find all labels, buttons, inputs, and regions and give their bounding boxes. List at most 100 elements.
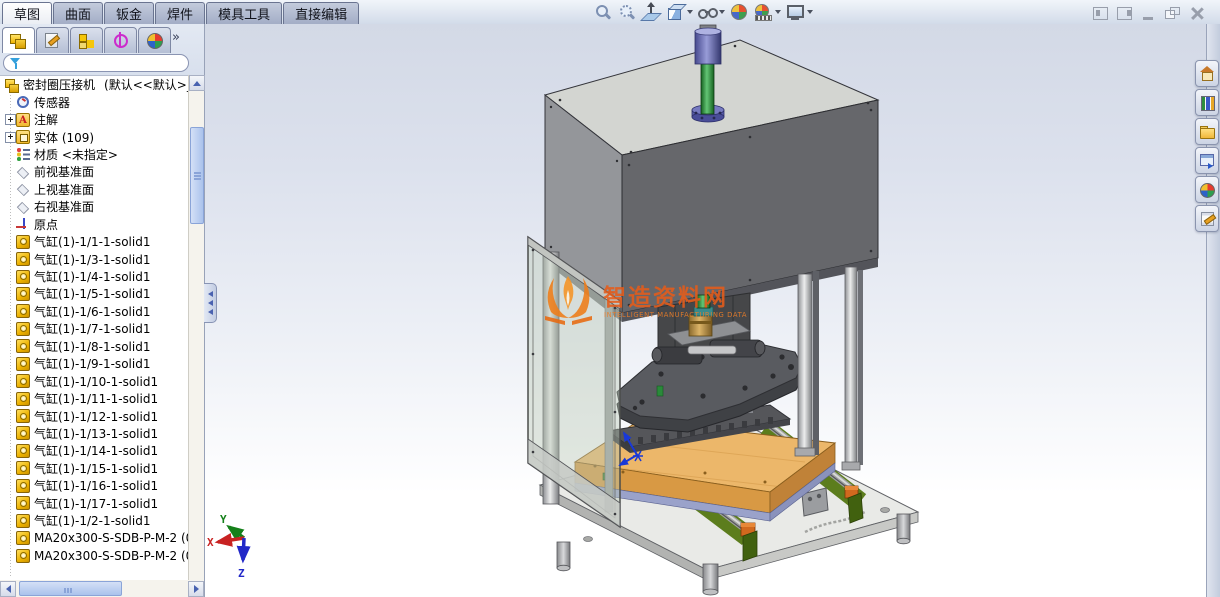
file-explorer-icon bbox=[1199, 124, 1216, 140]
panel-splitter-handle[interactable] bbox=[204, 283, 217, 323]
pane-left-icon bbox=[1093, 7, 1108, 20]
solid-body-icon bbox=[16, 443, 30, 458]
tree-item[interactable]: 实体 (109) bbox=[0, 128, 189, 145]
tree-item[interactable]: 气缸(1)-1/9-1-solid1 bbox=[0, 355, 189, 372]
manager-tabs-overflow-button[interactable]: » bbox=[172, 31, 180, 45]
minimize-button[interactable] bbox=[1141, 5, 1156, 24]
scroll-left-button[interactable] bbox=[0, 580, 16, 597]
annotations-icon bbox=[16, 112, 30, 127]
custom-properties-button[interactable] bbox=[1195, 205, 1219, 232]
expand-icon[interactable] bbox=[5, 114, 16, 126]
ribbon-tab[interactable]: 曲面 bbox=[53, 2, 104, 24]
tree-item[interactable]: 气缸(1)-1/8-1-solid1 bbox=[0, 338, 189, 355]
tree-item[interactable]: 右视基准面 bbox=[0, 198, 189, 215]
zoom-to-area-button[interactable] bbox=[616, 2, 638, 22]
tree-vertical-scrollbar[interactable] bbox=[188, 75, 205, 580]
tree-item[interactable]: 气缸(1)-1/6-1-solid1 bbox=[0, 303, 189, 320]
design-library-button[interactable] bbox=[1195, 89, 1219, 116]
tree-item[interactable]: 原点 bbox=[0, 216, 189, 233]
left-arrow-icon bbox=[5, 584, 11, 593]
close-icon bbox=[1189, 7, 1204, 20]
ribbon-tab[interactable]: 草图 bbox=[2, 2, 53, 24]
solid-body-icon bbox=[16, 461, 30, 476]
view-settings-button[interactable] bbox=[784, 2, 814, 22]
solid-body-icon bbox=[16, 531, 30, 546]
tree-item[interactable]: 气缸(1)-1/13-1-solid1 bbox=[0, 425, 189, 442]
tree-root-item[interactable]: 密封圈压接机 (默认<<默认>_ bbox=[0, 76, 189, 93]
vertical-scroll-track[interactable] bbox=[189, 91, 205, 580]
dropdown-arrow-icon[interactable] bbox=[807, 10, 813, 14]
pane-left-button[interactable] bbox=[1093, 5, 1108, 24]
zoom-to-fit-button[interactable] bbox=[592, 2, 614, 22]
propertymanager-tab[interactable] bbox=[36, 27, 69, 53]
horizontal-scroll-track[interactable] bbox=[16, 581, 188, 597]
tree-item[interactable]: 气缸(1)-1/4-1-solid1 bbox=[0, 268, 189, 285]
view-palette-button[interactable] bbox=[1195, 147, 1219, 174]
thumb-grip bbox=[193, 172, 201, 174]
dropdown-arrow-icon[interactable] bbox=[687, 10, 693, 14]
tree-item[interactable]: 注解 bbox=[0, 111, 189, 128]
tree-item[interactable]: 气缸(1)-1/14-1-solid1 bbox=[0, 442, 189, 459]
tree-item[interactable]: 气缸(1)-1/11-1-solid1 bbox=[0, 390, 189, 407]
ribbon-tab[interactable]: 直接编辑 bbox=[283, 2, 360, 24]
expand-icon[interactable] bbox=[5, 131, 16, 143]
appearances-scenes-button[interactable] bbox=[1195, 176, 1219, 203]
tree-item[interactable]: 气缸(1)-1/1-1-solid1 bbox=[0, 233, 189, 250]
vertical-scroll-thumb[interactable] bbox=[189, 127, 204, 224]
ribbon-tab-label: 直接编辑 bbox=[295, 8, 348, 23]
section-view-button[interactable] bbox=[640, 2, 662, 22]
tree-item[interactable]: 传感器 bbox=[0, 93, 189, 110]
tree-item[interactable]: 气缸(1)-1/3-1-solid1 bbox=[0, 250, 189, 267]
solid-bodies-folder-icon bbox=[16, 130, 30, 145]
tree-item[interactable]: 气缸(1)-1/2-1-solid1 bbox=[0, 512, 189, 529]
restore-button[interactable] bbox=[1165, 5, 1180, 24]
tree-item[interactable]: 气缸(1)-1/17-1-solid1 bbox=[0, 495, 189, 512]
pane-right-button[interactable] bbox=[1117, 5, 1132, 24]
edit-appearance-button[interactable] bbox=[728, 2, 750, 22]
dimxpertmanager-tab[interactable] bbox=[104, 27, 137, 53]
frame-column-rear[interactable] bbox=[844, 266, 863, 468]
tree-item[interactable]: 气缸(1)-1/10-1-solid1 bbox=[0, 372, 189, 389]
edit-appearance-icon bbox=[729, 2, 749, 22]
scroll-right-button[interactable] bbox=[188, 580, 204, 597]
tree-item[interactable]: 前视基准面 bbox=[0, 163, 189, 180]
graphics-viewport[interactable]: 智造资料网 INTELLIGENT MANUFACTURING DATA Y X… bbox=[205, 24, 1206, 597]
pane-right-icon bbox=[1117, 7, 1132, 20]
ribbon-tab[interactable]: 模具工具 bbox=[206, 2, 283, 24]
tree-horizontal-scrollbar[interactable] bbox=[0, 580, 204, 597]
file-explorer-button[interactable] bbox=[1195, 118, 1219, 145]
view-settings-icon bbox=[785, 2, 805, 22]
scroll-up-button[interactable] bbox=[189, 75, 205, 91]
displaymanager-tab[interactable] bbox=[138, 27, 171, 53]
tree-item[interactable]: 气缸(1)-1/12-1-solid1 bbox=[0, 407, 189, 424]
horizontal-scroll-thumb[interactable] bbox=[19, 581, 122, 596]
tree-filter-input[interactable] bbox=[3, 54, 189, 72]
tree-item[interactable]: 材质 <未指定> bbox=[0, 146, 189, 163]
ribbon-tab[interactable]: 焊件 bbox=[155, 2, 206, 24]
hide-show-items-button[interactable] bbox=[696, 2, 726, 22]
close-button[interactable] bbox=[1189, 5, 1204, 24]
tree-item-label: 气缸(1)-1/2-1-solid1 bbox=[34, 514, 151, 529]
solid-body-icon bbox=[16, 269, 30, 284]
tree-item[interactable]: 上视基准面 bbox=[0, 181, 189, 198]
featuremanager-tree-tab[interactable] bbox=[2, 27, 35, 53]
watermark-title: 智造资料网 bbox=[603, 284, 728, 311]
task-pane-buttons bbox=[1195, 60, 1219, 232]
configurationmanager-tab[interactable] bbox=[70, 27, 103, 53]
triad-x-label: X bbox=[207, 536, 214, 549]
tree-item[interactable]: MA20x300-S-SDB-P-M-2 (0) bbox=[0, 547, 189, 564]
tree-item[interactable]: 气缸(1)-1/15-1-solid1 bbox=[0, 460, 189, 477]
tree-item[interactable]: MA20x300-S-SDB-P-M-2 (0) bbox=[0, 529, 189, 546]
solid-body-icon bbox=[16, 426, 30, 441]
ribbon-tab-label: 模具工具 bbox=[218, 8, 271, 23]
ribbon-tab[interactable]: 钣金 bbox=[104, 2, 155, 24]
apply-scene-button[interactable] bbox=[752, 2, 782, 22]
tree-item[interactable]: 气缸(1)-1/16-1-solid1 bbox=[0, 477, 189, 494]
dropdown-arrow-icon[interactable] bbox=[775, 10, 781, 14]
tree-item[interactable]: 气缸(1)-1/7-1-solid1 bbox=[0, 320, 189, 337]
tree-item[interactable]: 气缸(1)-1/5-1-solid1 bbox=[0, 285, 189, 302]
solidworks-resources-button[interactable] bbox=[1195, 60, 1219, 87]
view-orientation-button[interactable] bbox=[664, 2, 694, 22]
dropdown-arrow-icon[interactable] bbox=[719, 10, 725, 14]
solidworks-window: 草图 曲面 钣金 焊件 模具工具 直接编辑 » 密封圈压接机 (默认<<默认>_… bbox=[0, 0, 1220, 597]
